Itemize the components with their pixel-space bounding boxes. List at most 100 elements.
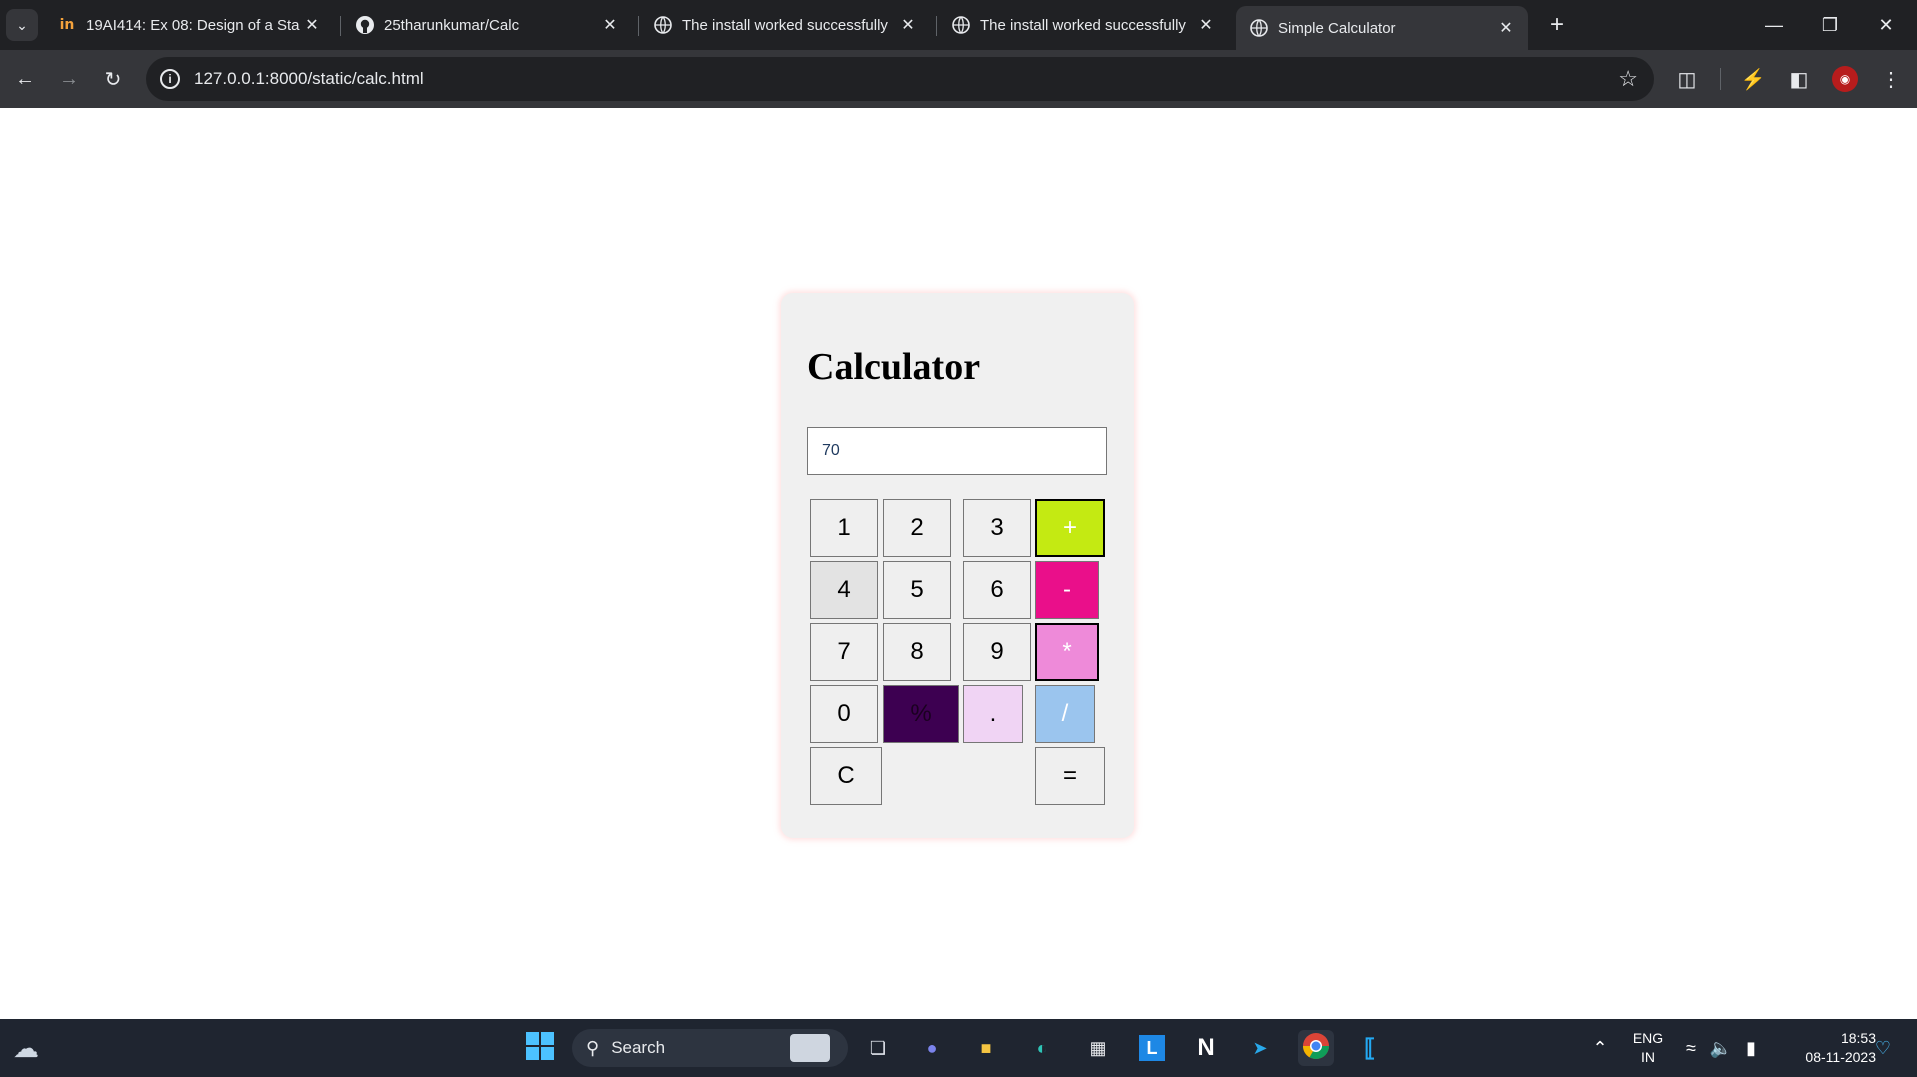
key-2[interactable]: 2	[883, 499, 951, 557]
close-icon[interactable]: ✕	[1196, 15, 1216, 35]
language-indicator[interactable]: ENG IN	[1628, 1029, 1668, 1067]
chat-icon: ●	[926, 1037, 938, 1058]
chrome-button[interactable]	[1298, 1030, 1334, 1066]
key-equals[interactable]: =	[1035, 747, 1105, 805]
restore-icon: ❐	[1821, 14, 1839, 35]
arrow-right-icon: →	[59, 67, 79, 90]
tab-simple-calculator[interactable]: Simple Calculator ✕	[1236, 6, 1528, 50]
taskbar-search[interactable]: ⚲ Search	[572, 1029, 848, 1067]
volume-status[interactable]: 🔈	[1706, 1030, 1736, 1066]
performance-button[interactable]: ⚡	[1736, 62, 1770, 96]
weather-widget[interactable]: ☁	[8, 1030, 44, 1066]
minimize-button[interactable]: —	[1746, 0, 1802, 50]
forward-button[interactable]: →	[52, 62, 86, 96]
notifications-button[interactable]: ♡	[1868, 1030, 1898, 1066]
chevron-down-icon: ⌄	[16, 16, 28, 33]
address-bar[interactable]: i 127.0.0.1:8000/static/calc.html ☆	[146, 57, 1654, 101]
key-8[interactable]: 8	[883, 623, 951, 681]
speedometer-icon: ⚡	[1740, 68, 1766, 91]
start-button[interactable]	[522, 1030, 558, 1066]
calculator-card: Calculator 1 2 3 + 4 5 6 - 7 8 9 * 0 % .…	[781, 293, 1134, 838]
close-icon[interactable]: ✕	[1496, 18, 1516, 38]
telegram-icon: ➤	[1252, 1037, 1268, 1058]
profile-avatar[interactable]: ◉	[1832, 66, 1858, 92]
language-line1: ENG	[1632, 1030, 1664, 1046]
key-percent[interactable]: %	[883, 685, 959, 743]
browser-tab-strip: ⌄ in 19AI414: Ex 08: Design of a Sta ✕ 2…	[0, 0, 1917, 50]
key-0[interactable]: 0	[810, 685, 878, 743]
close-icon: ✕	[1878, 14, 1894, 35]
telegram-button[interactable]: ➤	[1242, 1030, 1278, 1066]
close-icon[interactable]: ✕	[898, 15, 918, 35]
key-6[interactable]: 6	[963, 561, 1031, 619]
bookmark-star-icon[interactable]: ☆	[1618, 66, 1638, 92]
vscode-icon: ⟦	[1364, 1034, 1376, 1062]
task-view-button[interactable]: ❏	[860, 1030, 896, 1066]
extensions-button[interactable]: ◫	[1670, 62, 1704, 96]
chrome-icon	[1302, 1032, 1330, 1065]
cloud-icon: ☁	[13, 1032, 39, 1063]
back-button[interactable]: ←	[8, 62, 42, 96]
tab-install-1[interactable]: The install worked successfully ✕	[640, 6, 930, 44]
key-1[interactable]: 1	[810, 499, 878, 557]
teams-chat-button[interactable]: ●	[914, 1030, 950, 1066]
close-icon[interactable]: ✕	[600, 15, 620, 35]
address-text: 127.0.0.1:8000/static/calc.html	[194, 69, 424, 88]
key-multiply[interactable]: *	[1035, 623, 1099, 681]
key-divide[interactable]: /	[1035, 685, 1095, 743]
avatar-icon: ◉	[1839, 72, 1851, 86]
tab-install-2[interactable]: The install worked successfully ✕	[938, 6, 1228, 44]
puzzle-icon: ◫	[1677, 68, 1697, 91]
show-hidden-icons-button[interactable]: ⌃	[1582, 1030, 1618, 1066]
edge-icon: ◐	[1036, 1037, 1048, 1058]
key-7[interactable]: 7	[810, 623, 878, 681]
plus-icon: +	[1549, 11, 1564, 38]
tab-divider	[936, 16, 937, 36]
tab-title: The install worked successfully	[980, 16, 1186, 34]
l-app-button[interactable]: L	[1134, 1030, 1170, 1066]
n-app-button[interactable]: N	[1188, 1030, 1224, 1066]
tab-title: 19AI414: Ex 08: Design of a Sta	[86, 16, 300, 34]
arrow-left-icon: ←	[15, 67, 35, 90]
clock[interactable]: 18:53 08-11-2023	[1780, 1029, 1876, 1067]
key-3[interactable]: 3	[963, 499, 1031, 557]
key-minus[interactable]: -	[1035, 561, 1099, 619]
clock-time: 18:53	[1840, 1030, 1876, 1046]
calculator-title: Calculator	[807, 346, 981, 388]
calculator-display[interactable]	[807, 427, 1107, 475]
key-dot[interactable]: .	[963, 685, 1023, 743]
tab-github-calc[interactable]: 25tharunkumar/Calc ✕	[342, 6, 632, 44]
store-icon: ▦	[1089, 1037, 1107, 1058]
tab-title: Simple Calculator	[1278, 19, 1396, 37]
file-explorer-button[interactable]: ■	[968, 1030, 1004, 1066]
tab-title: 25tharunkumar/Calc	[384, 16, 520, 34]
wifi-icon: ≈	[1686, 1037, 1696, 1058]
reload-icon: ↻	[104, 68, 122, 91]
key-5[interactable]: 5	[883, 561, 951, 619]
new-tab-button[interactable]: +	[1540, 8, 1574, 42]
search-label: Search	[611, 1038, 666, 1057]
key-plus[interactable]: +	[1035, 499, 1105, 557]
vscode-button[interactable]: ⟦	[1352, 1030, 1388, 1066]
reload-button[interactable]: ↻	[96, 62, 130, 96]
close-window-button[interactable]: ✕	[1858, 0, 1914, 50]
battery-status[interactable]: ▮	[1736, 1030, 1766, 1066]
l-app-icon: L	[1139, 1035, 1165, 1061]
tab-title: The install worked successfully	[682, 16, 888, 34]
restore-button[interactable]: ❐	[1802, 0, 1858, 50]
folder-icon: ■	[980, 1037, 992, 1058]
browser-menu-button[interactable]: ⋮	[1874, 62, 1908, 96]
store-button[interactable]: ▦	[1080, 1030, 1116, 1066]
tab-search-button[interactable]: ⌄	[6, 9, 38, 41]
tab-19ai414[interactable]: in 19AI414: Ex 08: Design of a Sta ✕	[44, 6, 334, 44]
clock-date: 08-11-2023	[1805, 1049, 1876, 1065]
site-info-icon[interactable]: i	[160, 69, 180, 89]
wifi-status[interactable]: ≈	[1676, 1030, 1706, 1066]
edge-button[interactable]: ◐	[1024, 1030, 1060, 1066]
key-9[interactable]: 9	[963, 623, 1031, 681]
chevron-up-icon: ⌃	[1592, 1037, 1608, 1058]
side-panel-button[interactable]: ◧	[1782, 62, 1816, 96]
key-clear[interactable]: C	[810, 747, 882, 805]
key-4[interactable]: 4	[810, 561, 878, 619]
close-icon[interactable]: ✕	[302, 15, 322, 35]
